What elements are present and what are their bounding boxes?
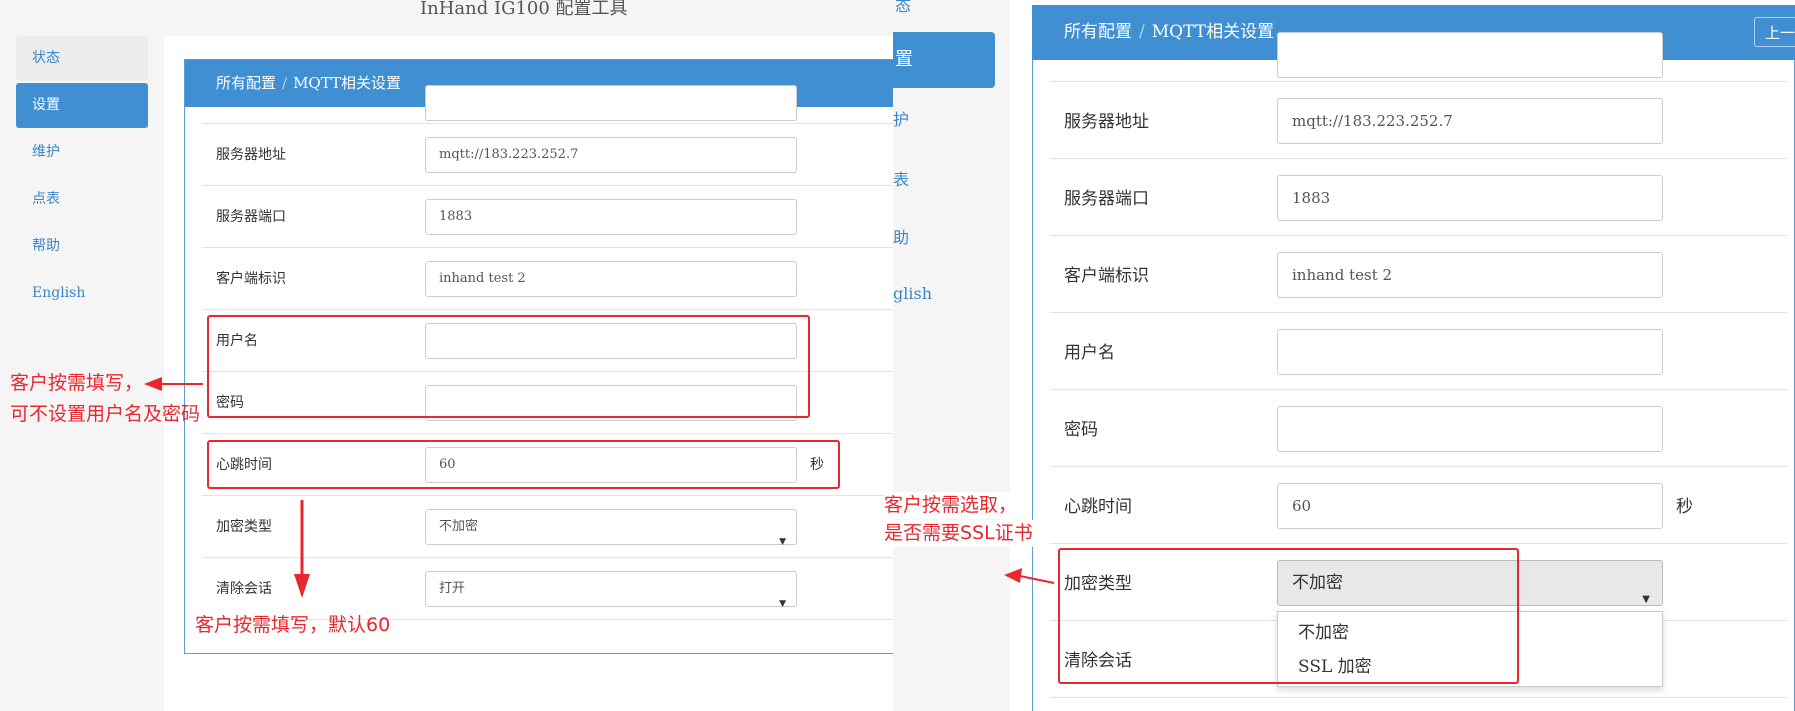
annotation-arrows xyxy=(144,377,1055,598)
arrow-head-icon xyxy=(294,574,310,598)
arrow-head-icon xyxy=(1004,568,1022,583)
arrow-head-icon xyxy=(144,377,162,391)
arrow-encryption xyxy=(1019,575,1055,584)
